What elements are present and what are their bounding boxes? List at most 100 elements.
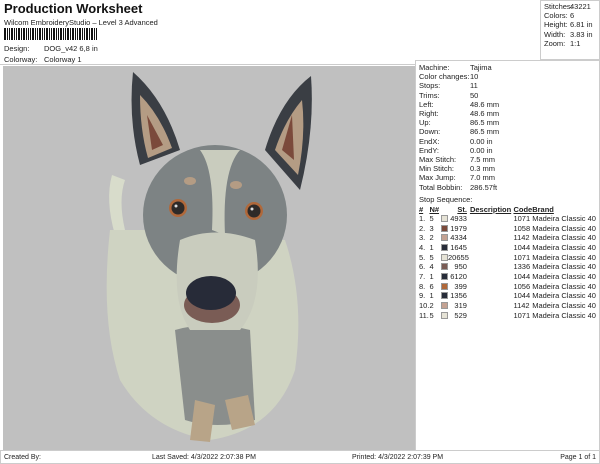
- stat-value: 6.81 in: [570, 20, 593, 30]
- stat-value: 6: [570, 11, 575, 21]
- color-swatch: [441, 273, 449, 281]
- info-label: Max Jump:: [419, 173, 456, 183]
- needle-number: 1: [429, 291, 434, 301]
- info-value: 286.57ft: [470, 182, 498, 192]
- description: [470, 253, 514, 263]
- color-swatch: [441, 263, 449, 271]
- thread-code: 1071: [513, 310, 531, 320]
- thread-code: 1058: [513, 223, 531, 233]
- stitch-count: 399: [454, 281, 467, 291]
- needle-number: 3: [429, 223, 434, 233]
- color-swatch: [441, 224, 449, 232]
- column-header: Code: [513, 204, 533, 214]
- info-value: 10: [470, 72, 479, 82]
- stat-row: Zoom: 1:1: [544, 39, 596, 48]
- stitch-count: 20655: [448, 252, 469, 262]
- thread-brand: Madeira Classic 40: [532, 310, 596, 320]
- info-label: Left:: [419, 99, 434, 109]
- info-row: Up: 86.5 mm: [419, 118, 596, 127]
- thread-brand: Madeira Classic 40: [532, 291, 596, 301]
- stat-value: 1:1: [570, 38, 581, 48]
- info-value: 7.5 mm: [470, 155, 496, 165]
- column-header: N#: [429, 204, 440, 214]
- stop-index: 5.: [419, 252, 426, 262]
- info-label: Color changes:: [419, 72, 470, 82]
- stitch-count: 4933: [450, 213, 467, 223]
- info-label: Up:: [419, 118, 431, 128]
- info-row: Total Bobbin: 286.57ft: [419, 183, 596, 192]
- thread-code: 1071: [513, 252, 531, 262]
- info-row: EndX: 0.00 in: [419, 137, 596, 146]
- software-name: Wilcom EmbroideryStudio – Level 3 Advanc…: [4, 18, 158, 27]
- thread-brand: Madeira Classic 40: [532, 262, 596, 272]
- thread-brand: Madeira Classic 40: [532, 272, 596, 282]
- info-label: EndY:: [419, 145, 440, 155]
- info-value: 86.5 mm: [470, 118, 500, 128]
- thread-code: 1336: [513, 262, 531, 272]
- thread-code: 1056: [513, 281, 531, 291]
- stat-row: Height: 6.81 in: [544, 20, 596, 29]
- column-header: #: [419, 204, 424, 214]
- color-swatch: [441, 243, 449, 251]
- needle-number: 5: [429, 252, 434, 262]
- design-preview: [3, 66, 415, 450]
- thread-brand: Madeira Classic 40: [532, 301, 596, 311]
- stat-label: Zoom:: [544, 38, 566, 48]
- description: [470, 311, 514, 321]
- machine-info-panel: Machine: Tajima Color changes:10 Stops: 11 Tr…: [415, 60, 600, 451]
- column-header: Description: [469, 204, 512, 214]
- info-row: Down: 86.5 mm: [419, 127, 596, 136]
- stop-index: 4.: [419, 242, 426, 252]
- stop-index: 1.: [419, 213, 426, 223]
- thread-code: 1142: [513, 233, 530, 243]
- color-swatch: [441, 214, 449, 222]
- info-label: Trims:: [419, 90, 440, 100]
- column-header: Brand: [532, 204, 554, 214]
- table-row: 4. 1 1645 1044 Madeira Classic 40: [419, 243, 596, 253]
- description: [470, 301, 514, 311]
- table-row: 6. 4 950 1336 Madeira Classic 40: [419, 262, 596, 272]
- info-row: Stops: 11: [419, 81, 596, 90]
- color-swatch: [441, 292, 449, 300]
- stitch-count: 950: [454, 262, 467, 272]
- color-swatch: [441, 282, 449, 290]
- info-value: 0.3 mm: [470, 164, 496, 174]
- info-label: EndX:: [419, 136, 440, 146]
- info-row: Left: 48.6 mm: [419, 100, 596, 109]
- color-swatch: [441, 253, 449, 261]
- dog-embroidery-image: [106, 72, 312, 442]
- description: [470, 272, 514, 282]
- stop-index: 11.: [419, 310, 429, 320]
- info-row: Max Jump: 7.0 mm: [419, 173, 596, 182]
- design-stats: Stitches:43221 Colors: 6 Height: 6.81 in Widt…: [540, 0, 600, 60]
- needle-number: 5: [429, 310, 434, 320]
- thread-brand: Madeira Classic 40: [532, 223, 596, 233]
- stitch-count: 4334: [450, 233, 467, 243]
- stat-label: Width:: [544, 29, 566, 39]
- needle-number: 2: [429, 301, 434, 311]
- table-row: 5. 5 20655 1071 Madeira Classic 40: [419, 253, 596, 263]
- description: [470, 233, 514, 243]
- stat-value: 43221: [570, 2, 591, 11]
- thread-brand: Madeira Classic 40: [532, 281, 596, 291]
- stitch-count: 1356: [450, 291, 467, 301]
- info-value: 48.6 mm: [470, 109, 500, 119]
- colorway-label: Colorway:: [4, 55, 38, 64]
- colorway-row: Colorway: Colorway 1: [4, 55, 82, 64]
- info-value: Tajima: [470, 63, 492, 72]
- stitch-count: 319: [454, 301, 467, 311]
- thread-code: 1142: [513, 301, 530, 311]
- info-value: 86.5 mm: [470, 127, 500, 137]
- design-label: Design:: [4, 44, 30, 53]
- stat-row: Colors: 6: [544, 11, 596, 20]
- thread-brand: Madeira Classic 40: [532, 233, 596, 243]
- stat-label: Colors:: [544, 11, 568, 21]
- info-row: Color changes:10: [419, 72, 596, 81]
- info-label: Total Bobbin:: [419, 182, 463, 192]
- info-value: 11: [470, 81, 478, 91]
- info-value: 0.00 in: [470, 145, 493, 155]
- table-row: 9. 1 1356 1044 Madeira Classic 40: [419, 291, 596, 301]
- info-row: Right: 48.6 mm: [419, 109, 596, 118]
- info-value: 0.00 in: [470, 136, 493, 146]
- info-value: 50: [470, 90, 479, 100]
